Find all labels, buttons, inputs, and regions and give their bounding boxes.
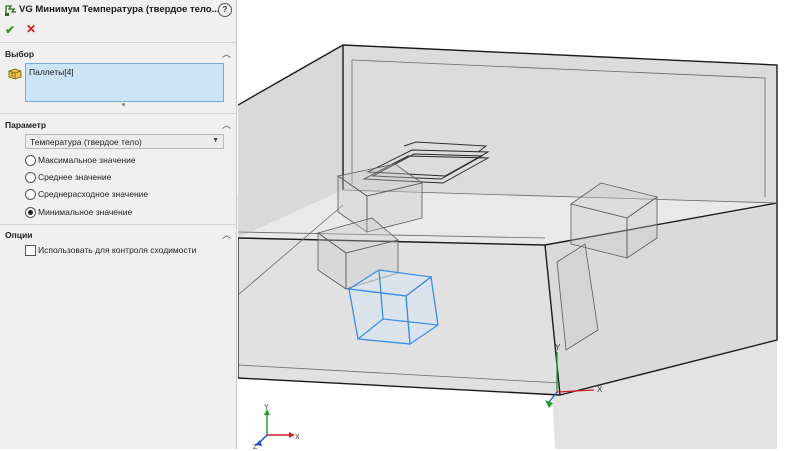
selected-pallet-box[interactable] [347, 269, 439, 346]
radio-label: Среднерасходное значение [38, 189, 149, 199]
chevron-down-icon: ▼ [212, 137, 219, 144]
ref-axis-y-label: Y [264, 404, 269, 411]
parameter-section-title: Параметр [5, 120, 47, 130]
radio-label: Минимальное значение [38, 207, 133, 217]
parameter-section-header[interactable]: Параметр ︿ [0, 117, 237, 133]
divider [0, 113, 237, 114]
chevron-up-icon[interactable]: ︿ [222, 47, 231, 60]
panel-title: VG Минимум Температура (твердое тело... [19, 4, 220, 15]
radio-button[interactable] [25, 189, 36, 200]
panel-titlebar: VG Минимум Температура (твердое тело... … [0, 0, 237, 20]
options-section-header[interactable]: Опции ︿ [0, 227, 237, 243]
chevron-up-icon[interactable]: ︿ [222, 228, 231, 241]
help-icon[interactable]: ? [218, 3, 232, 17]
goal-icon [5, 5, 16, 16]
cancel-button[interactable]: ✕ [26, 22, 36, 36]
list-resize-handle[interactable] [122, 103, 125, 106]
axis-x-label: X [597, 385, 603, 394]
selection-list-box[interactable]: Паллеты[4] [25, 63, 224, 102]
divider [0, 224, 237, 225]
convergence-checkbox[interactable] [25, 245, 36, 256]
property-manager-panel: VG Минимум Температура (твердое тело... … [0, 0, 237, 449]
selection-list-item[interactable]: Паллеты[4] [29, 67, 74, 77]
chevron-up-icon[interactable]: ︿ [222, 118, 231, 131]
convergence-checkbox-label: Использовать для контроля сходимости [38, 245, 197, 255]
component-selection-icon [8, 68, 22, 80]
options-section-title: Опции [5, 230, 33, 240]
ref-axis-x-label: X [295, 434, 300, 441]
parameter-dropdown[interactable]: Температура (твердое тело) ▼ [25, 134, 224, 149]
reference-triad: X Y Z [253, 404, 300, 451]
selection-section-header[interactable]: Выбор ︿ [0, 46, 237, 62]
axis-y-label: Y [555, 343, 561, 352]
radio-label: Максимальное значение [38, 155, 136, 165]
radio-button[interactable] [25, 172, 36, 183]
model-view[interactable]: X Y X Y Z [237, 0, 800, 451]
parameter-dropdown-value: Температура (твердое тело) [30, 137, 142, 147]
radio-label: Среднее значение [38, 172, 112, 182]
radio-button-checked[interactable] [25, 207, 36, 218]
ok-button[interactable]: ✔ [5, 23, 15, 37]
graphics-viewport[interactable]: X Y X Y Z [237, 0, 800, 451]
ref-axis-z-label: Z [253, 444, 258, 449]
radio-button[interactable] [25, 155, 36, 166]
divider [0, 42, 237, 43]
selection-section-title: Выбор [5, 49, 35, 59]
